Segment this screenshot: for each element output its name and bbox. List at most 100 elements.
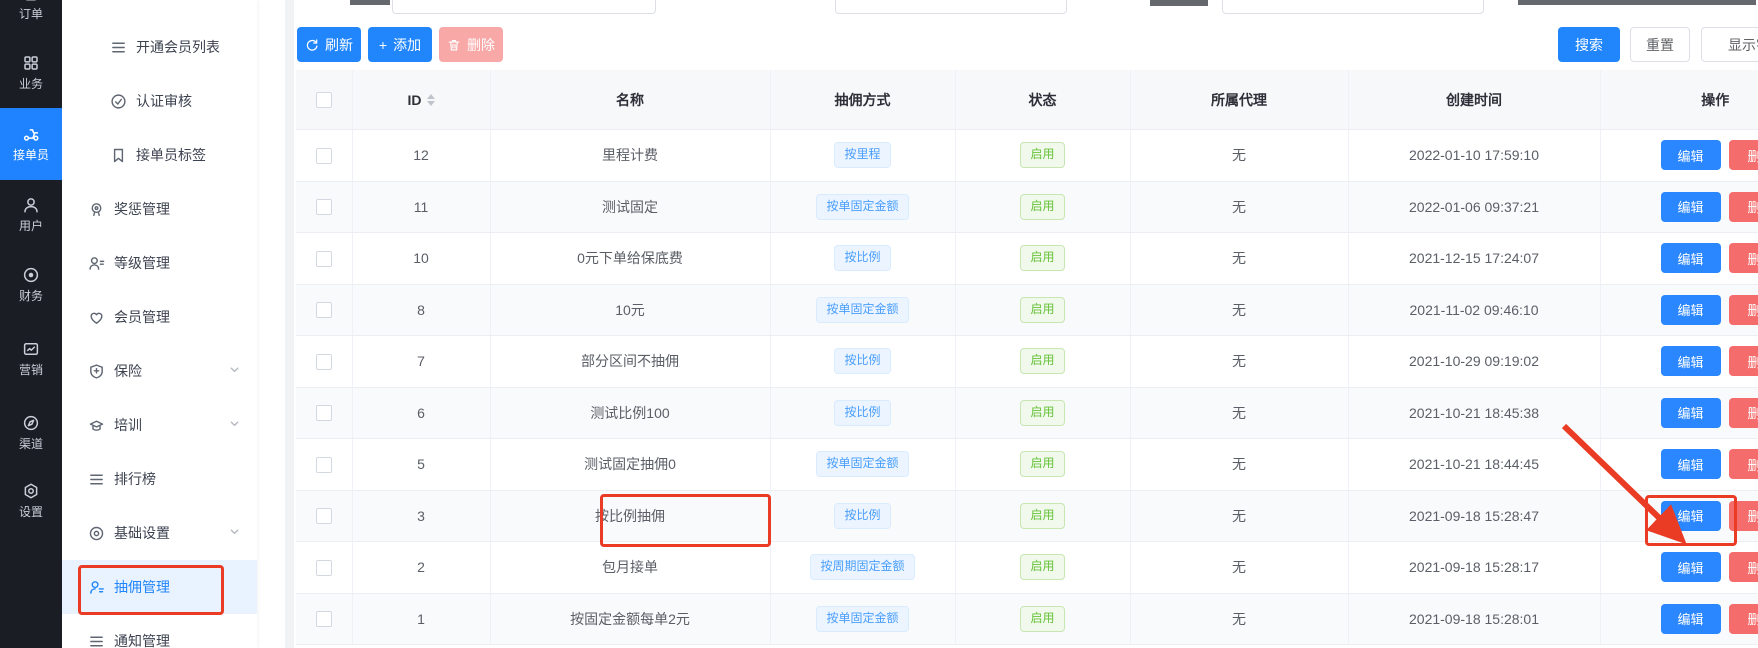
sidebar-item-members[interactable]: 会员管理 bbox=[62, 290, 257, 344]
row-delete-button[interactable]: 删除 bbox=[1729, 192, 1758, 222]
edit-button[interactable]: 编辑 bbox=[1661, 449, 1721, 479]
medal-icon bbox=[88, 201, 105, 218]
cell-created: 2021-09-18 15:28:17 bbox=[1348, 542, 1600, 594]
search-label: 搜索 bbox=[1575, 35, 1603, 55]
cell-id: 2 bbox=[352, 542, 490, 594]
chevron-down-icon bbox=[228, 417, 241, 433]
sidebar-item-levels[interactable]: 等级管理 bbox=[62, 236, 257, 290]
reset-button[interactable]: 重置 bbox=[1630, 27, 1690, 62]
method-tag: 按比例 bbox=[834, 400, 890, 426]
cell-agent: 无 bbox=[1130, 233, 1348, 285]
cell-agent: 无 bbox=[1130, 387, 1348, 439]
cell-id: 12 bbox=[352, 130, 490, 182]
method-tag: 按单固定金额 bbox=[816, 451, 908, 477]
row-checkbox[interactable] bbox=[316, 199, 332, 215]
row-delete-button[interactable]: 删除 bbox=[1729, 552, 1758, 582]
row-checkbox[interactable] bbox=[316, 508, 332, 524]
sidebar-item-member-list[interactable]: 开通会员列表 bbox=[62, 20, 257, 74]
sidebar-item-base-settings[interactable]: 基础设置 bbox=[62, 506, 257, 560]
cell-created: 2021-09-18 15:28:01 bbox=[1348, 593, 1600, 645]
table-row: 7 部分区间不抽佣 按比例 启用 无 2021-10-29 09:19:02 编… bbox=[296, 336, 1758, 388]
status-badge: 启用 bbox=[1020, 194, 1064, 220]
sidebar-item-insurance[interactable]: 保险 bbox=[62, 344, 257, 398]
primary-nav-item-couriers[interactable]: 接单员 bbox=[0, 108, 62, 180]
primary-nav-label: 财务 bbox=[19, 287, 43, 304]
primary-nav-item-orders[interactable]: 订单 bbox=[0, 0, 62, 22]
filter-input[interactable] bbox=[835, 0, 1067, 14]
refresh-button[interactable]: 刷新 bbox=[297, 27, 361, 62]
sidebar-item-label: 抽佣管理 bbox=[114, 577, 170, 597]
sidebar-item-commission[interactable]: 抽佣管理 bbox=[62, 560, 257, 614]
cell-created: 2021-09-18 15:28:47 bbox=[1348, 490, 1600, 542]
row-delete-button[interactable]: 删除 bbox=[1729, 243, 1758, 273]
sidebar-item-training[interactable]: 培训 bbox=[62, 398, 257, 452]
display-fields-label: 显示字 bbox=[1728, 35, 1758, 55]
method-tag: 按单固定金额 bbox=[816, 297, 908, 323]
sidebar-item-ranking[interactable]: 排行榜 bbox=[62, 452, 257, 506]
row-checkbox[interactable] bbox=[316, 560, 332, 576]
search-button[interactable]: 搜索 bbox=[1558, 27, 1620, 62]
primary-nav-item-channels[interactable]: 渠道 bbox=[0, 414, 62, 452]
primary-nav-label: 业务 bbox=[19, 75, 43, 92]
primary-nav-item-settings[interactable]: 设置 bbox=[0, 482, 62, 520]
primary-nav-item-business[interactable]: 业务 bbox=[0, 54, 62, 92]
sidebar-item-reward-punish[interactable]: 奖惩管理 bbox=[62, 182, 257, 236]
row-checkbox[interactable] bbox=[316, 457, 332, 473]
cell-id: 5 bbox=[352, 439, 490, 491]
row-checkbox[interactable] bbox=[316, 251, 332, 267]
primary-nav-item-marketing[interactable]: 营销 bbox=[0, 340, 62, 378]
sort-toggle[interactable] bbox=[427, 94, 435, 106]
method-tag: 按比例 bbox=[834, 245, 890, 271]
primary-nav-item-finance[interactable]: 财务 bbox=[0, 266, 62, 304]
edit-button[interactable]: 编辑 bbox=[1661, 192, 1721, 222]
select-all-checkbox[interactable] bbox=[316, 92, 332, 108]
sidebar-item-courier-tags[interactable]: 接单员标签 bbox=[62, 128, 257, 182]
status-badge: 启用 bbox=[1020, 297, 1064, 323]
row-checkbox[interactable] bbox=[316, 354, 332, 370]
edit-button[interactable]: 编辑 bbox=[1661, 552, 1721, 582]
primary-nav-label: 接单员 bbox=[13, 146, 49, 163]
edit-button[interactable]: 编辑 bbox=[1661, 346, 1721, 376]
sidebar-item-auth-review[interactable]: 认证审核 bbox=[62, 74, 257, 128]
filter-input[interactable] bbox=[392, 0, 656, 14]
primary-nav-item-users[interactable]: 用户 bbox=[0, 196, 62, 234]
row-checkbox[interactable] bbox=[316, 302, 332, 318]
row-delete-button[interactable]: 删除 bbox=[1729, 140, 1758, 170]
cut-off-label-fragment bbox=[1518, 0, 1756, 5]
primary-nav-label: 用户 bbox=[19, 217, 43, 234]
status-badge: 启用 bbox=[1020, 503, 1064, 529]
row-delete-button[interactable]: 删除 bbox=[1729, 295, 1758, 325]
list-icon bbox=[110, 39, 127, 56]
delete-button[interactable]: 删除 bbox=[439, 27, 503, 62]
display-fields-button[interactable]: 显示字 bbox=[1701, 27, 1758, 62]
row-delete-button[interactable]: 删除 bbox=[1729, 501, 1758, 531]
row-checkbox[interactable] bbox=[316, 148, 332, 164]
edit-button[interactable]: 编辑 bbox=[1661, 604, 1721, 634]
sidebar-item-notifications[interactable]: 通知管理 bbox=[62, 614, 257, 648]
sidebar-scrollbar[interactable] bbox=[285, 0, 294, 648]
row-delete-button[interactable]: 删除 bbox=[1729, 449, 1758, 479]
chevron-down-icon bbox=[228, 525, 241, 541]
edit-button[interactable]: 编辑 bbox=[1661, 398, 1721, 428]
check-circle-icon bbox=[110, 93, 127, 110]
primary-nav-label: 订单 bbox=[19, 5, 43, 22]
edit-button[interactable]: 编辑 bbox=[1661, 295, 1721, 325]
cell-name: 里程计费 bbox=[490, 130, 770, 182]
commission-icon bbox=[88, 579, 105, 596]
add-button[interactable]: + 添加 bbox=[368, 27, 432, 62]
trash-icon bbox=[447, 38, 461, 52]
row-checkbox[interactable] bbox=[316, 405, 332, 421]
row-checkbox[interactable] bbox=[316, 611, 332, 627]
row-delete-button[interactable]: 删除 bbox=[1729, 346, 1758, 376]
commission-table: ID 名称 抽佣方式 状态 所属代理 创建时间 操作 12 里程计费 bbox=[296, 70, 1758, 645]
cell-created: 2021-10-21 18:44:45 bbox=[1348, 439, 1600, 491]
edit-button-highlighted[interactable]: 编辑 bbox=[1661, 501, 1721, 531]
row-delete-button[interactable]: 删除 bbox=[1729, 604, 1758, 634]
table-row-annotated: 3 按比例抽佣 按比例 启用 无 2021-09-18 15:28:47 编辑删… bbox=[296, 490, 1758, 542]
cell-created: 2021-10-29 09:19:02 bbox=[1348, 336, 1600, 388]
finance-icon bbox=[22, 266, 40, 284]
edit-button[interactable]: 编辑 bbox=[1661, 243, 1721, 273]
row-delete-button[interactable]: 删除 bbox=[1729, 398, 1758, 428]
edit-button[interactable]: 编辑 bbox=[1661, 140, 1721, 170]
filter-input[interactable] bbox=[1222, 0, 1484, 14]
